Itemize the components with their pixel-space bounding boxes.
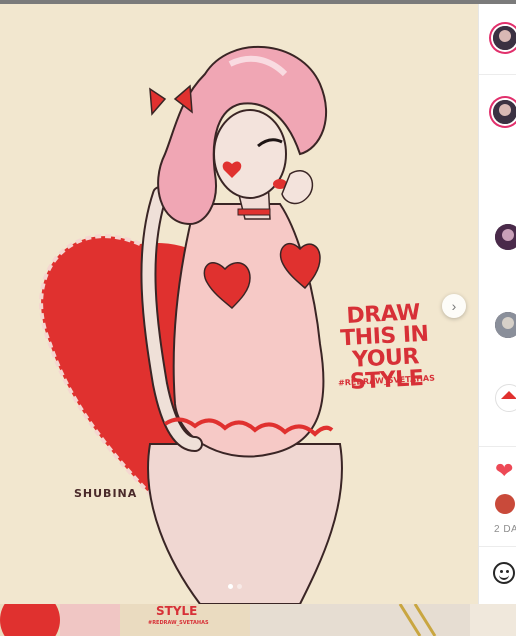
sidebar-divider bbox=[479, 446, 516, 447]
liker-avatar[interactable] bbox=[495, 494, 515, 514]
carousel-dot bbox=[237, 584, 242, 589]
poster-avatar[interactable] bbox=[493, 26, 516, 50]
caption-avatar[interactable] bbox=[493, 100, 516, 124]
chevron-right-icon: › bbox=[451, 298, 457, 314]
thumbnail-art bbox=[0, 604, 250, 636]
avatar-image bbox=[495, 312, 516, 338]
related-posts-strip: STYLE #REDRAW_SVETAHAS bbox=[0, 604, 516, 636]
related-thumbnail-1[interactable]: STYLE #REDRAW_SVETAHAS bbox=[0, 604, 250, 636]
post-date: 2 DA bbox=[494, 524, 516, 535]
choker bbox=[237, 208, 271, 216]
related-thumbnail-2[interactable] bbox=[250, 604, 516, 636]
thumbnail-hashtag: #REDRAW_SVETAHAS bbox=[148, 620, 209, 626]
comment-avatar-2[interactable] bbox=[495, 312, 516, 338]
carousel-dots bbox=[228, 584, 242, 589]
thumbnail-text: STYLE bbox=[156, 604, 198, 618]
thumbnail-art bbox=[250, 604, 516, 636]
comment-avatar-1[interactable] bbox=[495, 224, 516, 250]
post-sidebar bbox=[478, 4, 516, 604]
avatar-image bbox=[493, 26, 516, 50]
carousel-dot-active bbox=[228, 584, 233, 589]
avatar-image bbox=[501, 391, 516, 399]
smiley-mouth bbox=[499, 573, 509, 580]
smiley-icon[interactable] bbox=[493, 562, 515, 584]
carousel-next-button[interactable]: › bbox=[442, 294, 466, 318]
comment-avatar-3[interactable] bbox=[495, 384, 516, 412]
post-image[interactable]: DRAW THIS IN YOUR STYLE #REDRAW_SVETAHAS… bbox=[0, 4, 478, 604]
instagram-post-screen: DRAW THIS IN YOUR STYLE #REDRAW_SVETAHAS… bbox=[0, 0, 516, 636]
heart-icon[interactable]: ❤ bbox=[495, 460, 513, 482]
sidebar-divider bbox=[479, 74, 516, 75]
sidebar-divider bbox=[479, 546, 516, 547]
avatar-image bbox=[493, 100, 516, 124]
artist-signature: SHUBINA bbox=[74, 487, 138, 500]
avatar-image bbox=[495, 224, 516, 250]
